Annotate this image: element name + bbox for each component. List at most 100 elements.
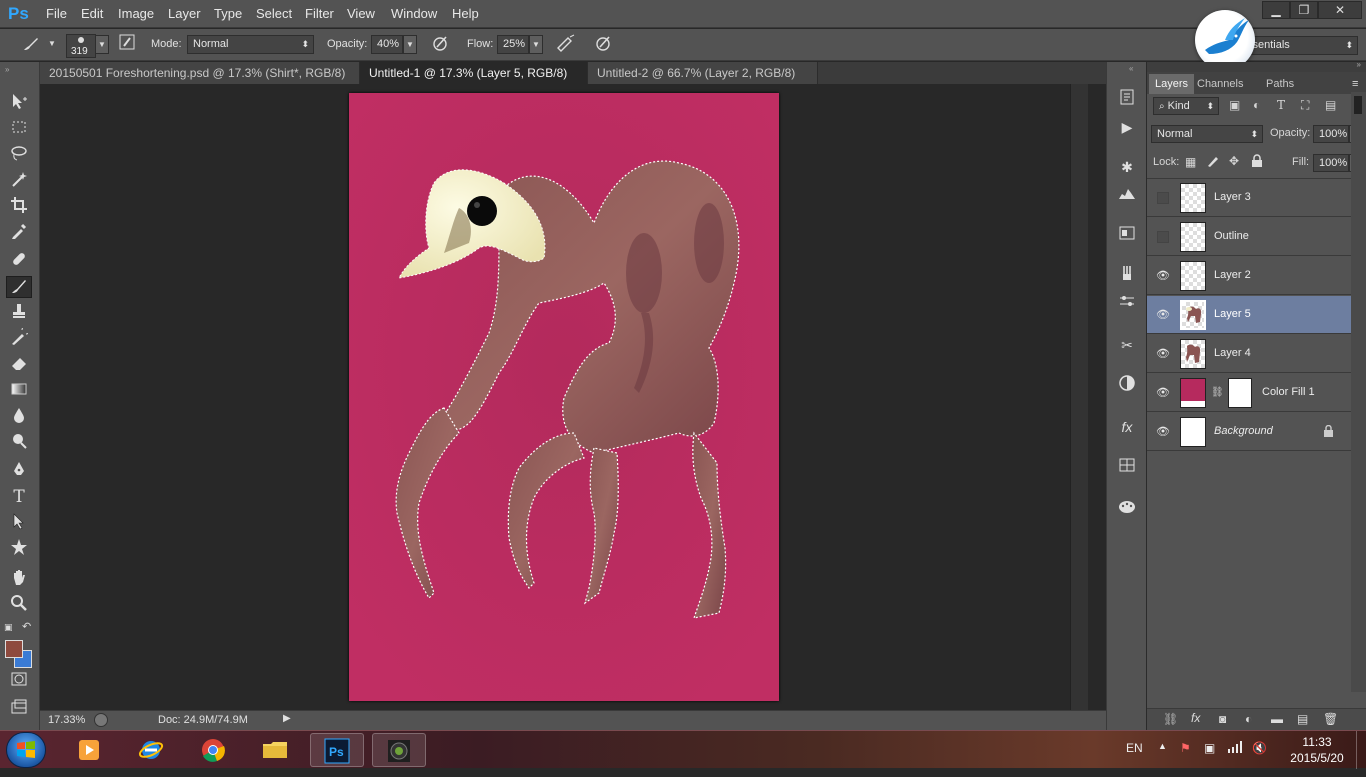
adjustments-panel-icon[interactable]: ✱ — [1115, 156, 1139, 178]
close-button[interactable]: ✕ — [1318, 1, 1362, 19]
move-tool-icon[interactable] — [6, 92, 32, 114]
menu-layer[interactable]: Layer — [168, 6, 201, 21]
layer-row-layer-4[interactable]: 👁 Layer 4 — [1147, 335, 1351, 373]
eye-icon[interactable]: 👁 — [1155, 424, 1171, 440]
brush-presets-panel-icon[interactable] — [1115, 264, 1139, 286]
device-icon[interactable]: ▣ — [1204, 741, 1215, 755]
restore-button[interactable]: ❐ — [1290, 1, 1318, 19]
fill-field[interactable]: 100% — [1313, 154, 1349, 172]
link-layers-icon[interactable]: ⛓ — [1163, 712, 1178, 726]
layer-row-outline[interactable]: Outline — [1147, 218, 1351, 256]
brush-tool-preset-icon[interactable] — [20, 34, 42, 56]
language-indicator[interactable]: EN — [1126, 741, 1143, 755]
document-tab-active[interactable]: Untitled-1 @ 17.3% (Layer 5, RGB/8) *× — [360, 62, 588, 102]
brush-tool-icon[interactable] — [6, 276, 32, 298]
paint-palette-icon[interactable] — [1115, 498, 1139, 520]
document-tab[interactable]: 20150501 Foreshortening.psd @ 17.3% (Shi… — [40, 62, 360, 102]
filter-smart-object-icon[interactable]: ▤ — [1325, 98, 1336, 112]
layer-opacity-field[interactable]: 100% — [1313, 125, 1349, 143]
filter-shape-icon[interactable]: ⛶ — [1301, 98, 1309, 113]
zoom-level[interactable]: 17.33% — [48, 714, 85, 726]
show-hidden-icons-icon[interactable]: ▲ — [1158, 741, 1167, 751]
tab-paths[interactable]: Paths — [1260, 74, 1300, 94]
history-brush-tool-icon[interactable] — [6, 325, 32, 350]
menu-type[interactable]: Type — [214, 6, 242, 21]
menu-file[interactable]: File — [46, 6, 67, 21]
chrome-icon[interactable] — [186, 733, 240, 767]
blur-tool-icon[interactable] — [6, 406, 32, 428]
default-colors-icon[interactable]: ▣ — [4, 622, 13, 633]
quick-selection-tool-icon[interactable] — [6, 170, 32, 192]
properties-panel-icon[interactable] — [1115, 224, 1139, 246]
hand-tool-icon[interactable] — [6, 568, 32, 590]
collapse-panels-icon[interactable]: » — [1357, 60, 1361, 69]
pen-tool-icon[interactable] — [6, 460, 32, 482]
panel-menu-icon[interactable]: ≡ — [1352, 78, 1358, 90]
marquee-tool-icon[interactable] — [6, 118, 32, 140]
airbrush-icon[interactable] — [555, 34, 577, 56]
menu-filter[interactable]: Filter — [305, 6, 334, 21]
menu-select[interactable]: Select — [256, 6, 292, 21]
filter-adjustment-icon[interactable]: ◐ — [1253, 98, 1260, 112]
tool-presets-panel-icon[interactable]: ✂ — [1115, 334, 1139, 356]
filter-type-icon[interactable]: T — [1277, 98, 1285, 112]
lock-all-icon[interactable] — [1251, 154, 1263, 171]
status-info-icon[interactable] — [94, 713, 108, 727]
lasso-tool-icon[interactable] — [6, 144, 32, 166]
screen-mode-icon[interactable] — [6, 698, 32, 720]
eye-icon[interactable]: 👁 — [1155, 307, 1171, 323]
menu-edit[interactable]: Edit — [81, 6, 103, 21]
opacity-field[interactable]: 40% — [371, 35, 403, 54]
dodge-tool-icon[interactable] — [6, 432, 32, 454]
pressure-size-icon[interactable] — [592, 34, 614, 56]
healing-brush-tool-icon[interactable] — [6, 250, 32, 272]
menu-image[interactable]: Image — [118, 6, 154, 21]
vertical-scrollbar[interactable] — [1070, 84, 1088, 710]
mode-select[interactable]: Normal ⬍ — [187, 35, 314, 54]
layer-row-layer-5[interactable]: 👁 Layer 5 — [1147, 296, 1351, 334]
show-desktop-button[interactable] — [1356, 731, 1366, 769]
swatches-panel-icon[interactable] — [1115, 456, 1139, 478]
photoshop-taskbar-button[interactable]: Ps — [310, 733, 364, 767]
add-mask-icon[interactable]: ◙ — [1219, 712, 1226, 726]
color-panel-icon[interactable] — [1115, 374, 1139, 396]
brush-size-dropdown[interactable]: ▼ — [95, 35, 109, 54]
eyedropper-tool-icon[interactable] — [6, 222, 32, 244]
system-clock[interactable]: 11:33 2015/5/20 — [1282, 734, 1352, 766]
signal-icon[interactable] — [1228, 741, 1242, 756]
visibility-toggle[interactable] — [1157, 192, 1169, 204]
eraser-tool-icon[interactable] — [6, 354, 32, 376]
history-panel-icon[interactable] — [1115, 88, 1139, 110]
file-explorer-icon[interactable] — [248, 733, 302, 767]
layer-filter-kind[interactable]: ⌕ Kind ⬍ — [1153, 97, 1219, 115]
crop-tool-icon[interactable] — [6, 196, 32, 218]
trash-icon[interactable]: 🗑 — [1323, 712, 1338, 726]
custom-shape-tool-icon[interactable] — [6, 538, 32, 560]
actions-panel-icon[interactable]: ▶ — [1115, 116, 1139, 138]
eye-icon[interactable]: 👁 — [1155, 268, 1171, 284]
collapse-panel-icon[interactable]: » — [5, 65, 9, 74]
layer-row-layer-2[interactable]: 👁 Layer 2 — [1147, 257, 1351, 295]
layer-row-color-fill-1[interactable]: 👁 ⛓ Color Fill 1 — [1147, 374, 1351, 412]
link-icon[interactable]: ⛓ — [1211, 387, 1224, 398]
tab-layers[interactable]: Layers — [1149, 74, 1195, 94]
volume-muted-icon[interactable]: 🔇 — [1252, 741, 1267, 755]
document-canvas[interactable] — [349, 93, 779, 701]
chevron-down-icon[interactable]: ▼ — [45, 35, 59, 54]
brush-size-picker[interactable]: 319 — [66, 34, 96, 58]
eye-icon[interactable]: 👁 — [1155, 346, 1171, 362]
adjustment-layer-icon[interactable]: ◐ — [1245, 712, 1252, 726]
flow-dropdown[interactable]: ▼ — [529, 35, 543, 54]
fx-icon[interactable]: fx — [1191, 711, 1200, 725]
new-group-icon[interactable]: ▬ — [1271, 712, 1283, 726]
menu-view[interactable]: View — [347, 6, 375, 21]
path-selection-tool-icon[interactable] — [6, 512, 32, 534]
flow-field[interactable]: 25% — [497, 35, 529, 54]
network-warning-icon[interactable]: ⚑ — [1180, 741, 1191, 755]
lock-transparent-icon[interactable]: ▦ — [1185, 155, 1196, 169]
media-player-icon[interactable] — [62, 733, 116, 767]
histogram-panel-icon[interactable] — [1115, 184, 1139, 206]
pressure-opacity-icon[interactable] — [429, 34, 451, 56]
lock-position-icon[interactable]: ✥ — [1229, 154, 1239, 168]
layer-row-background[interactable]: 👁 Background — [1147, 413, 1351, 451]
